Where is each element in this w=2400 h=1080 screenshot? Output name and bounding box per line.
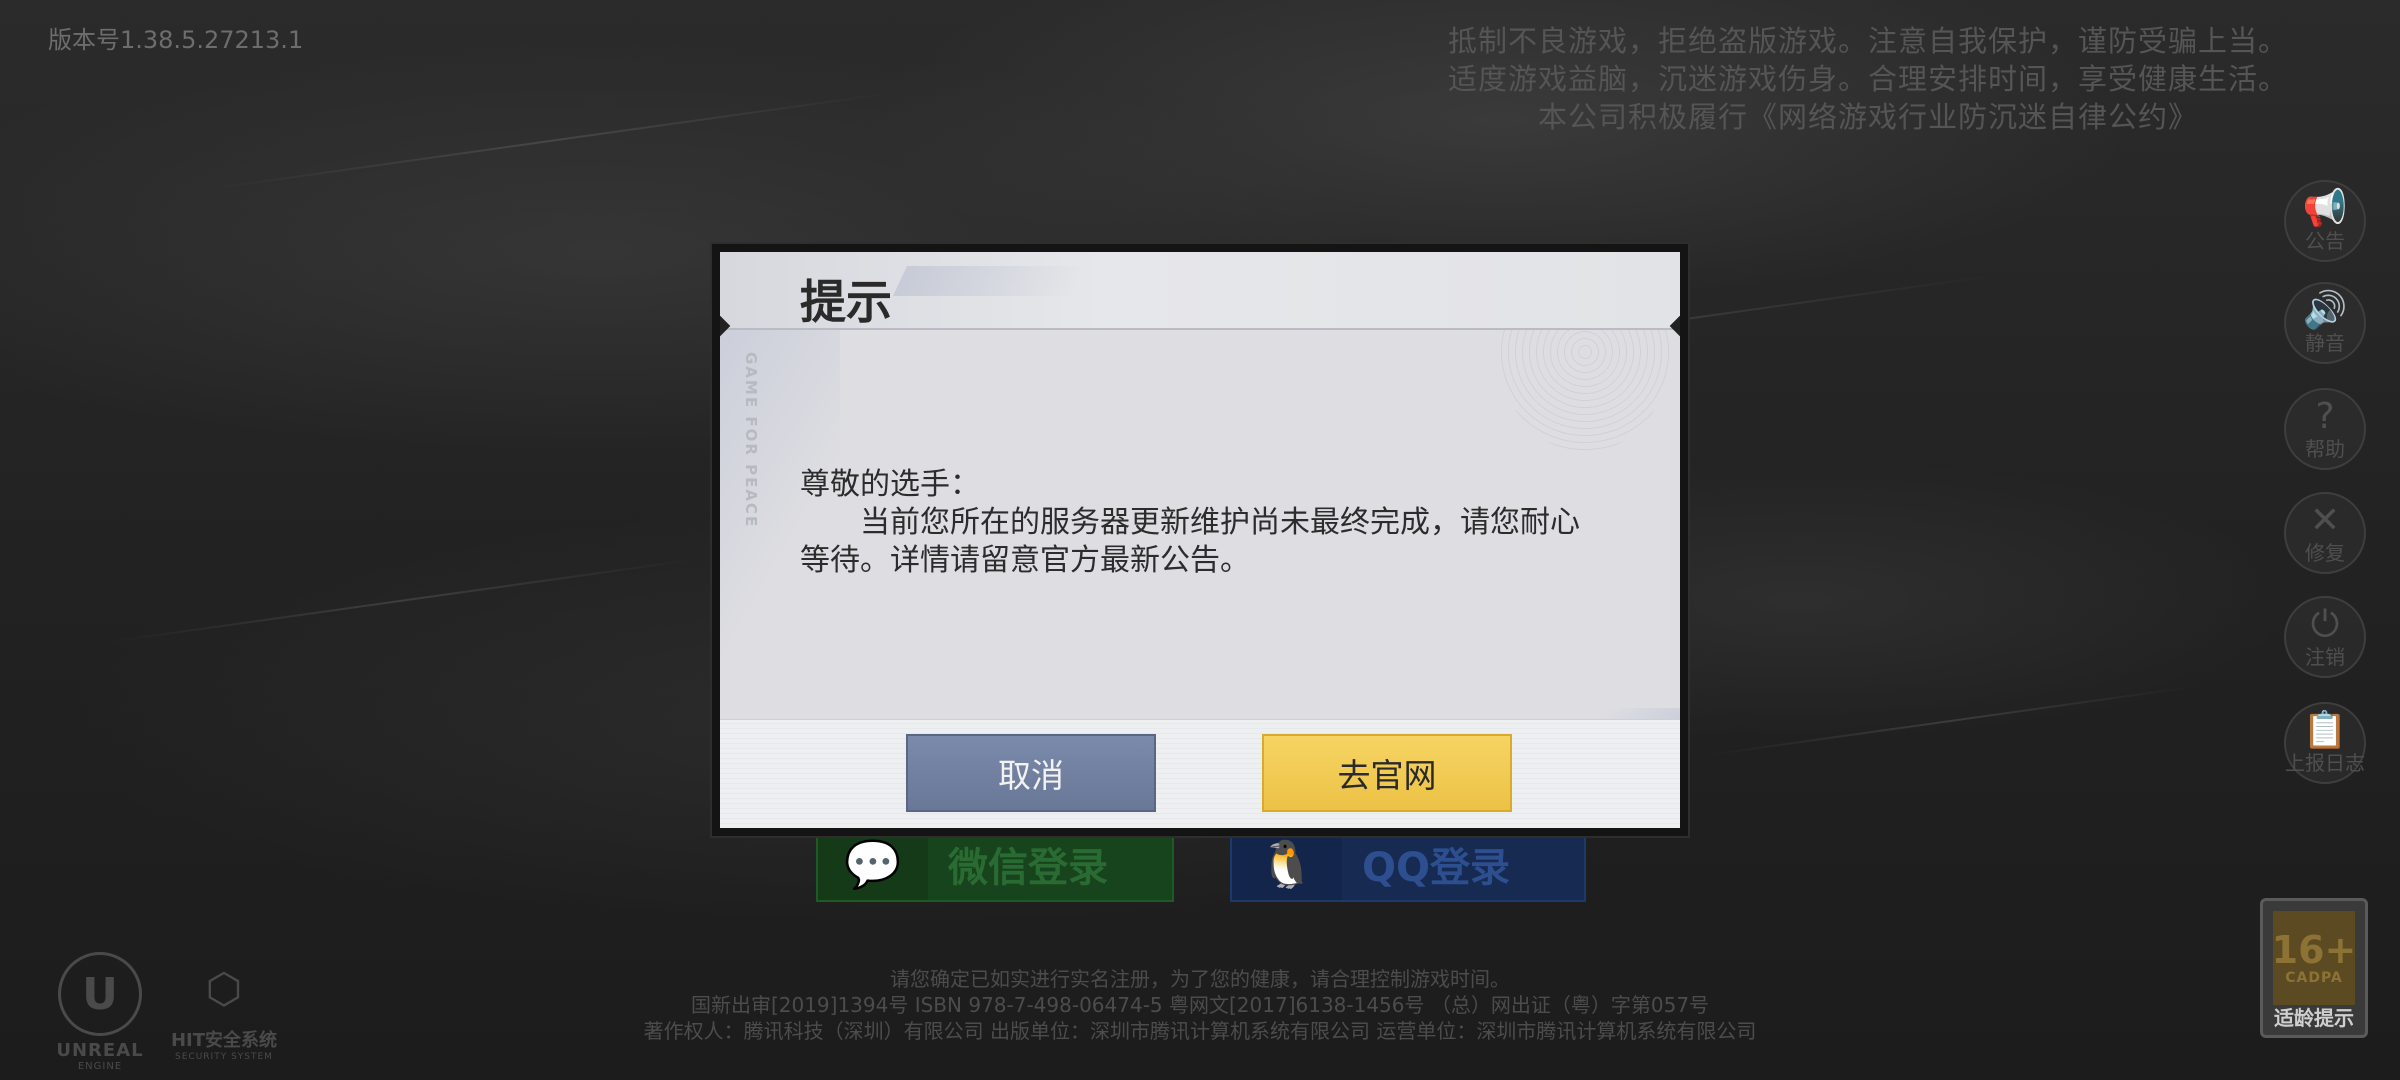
hit-security-logo: ⬡ HIT安全系统 SECURITY SYSTEM [168,950,280,1063]
upload-log-label: 上报日志 [2285,751,2365,775]
wechat-login-label: 微信登录 [948,845,1108,891]
repair-button[interactable]: ✕ 修复 [2284,492,2366,574]
game-for-peace-text: GAME FOR PEACE [742,352,760,529]
qq-login-label: QQ登录 [1362,845,1511,891]
age-rating-badge[interactable]: 16+ CADPA 适龄提示 [2260,898,2368,1038]
shield-icon: ⬡ [205,963,243,1013]
mute-button[interactable]: 🔊 静音 [2284,282,2366,364]
legal-line: 著作权人：腾讯科技（深圳）有限公司 出版单位：深圳市腾讯计算机系统有限公司 运营… [643,1019,1757,1043]
dialog-panel: 提示 GAME FOR PEACE 尊敬的选手： 当前您所在的服务器更新维护尚未… [720,252,1680,828]
background-streak [102,558,698,644]
help-button[interactable]: ? 帮助 [2284,388,2366,470]
unreal-engine-logo: U UNREAL ENGINE [50,952,150,1072]
header-decoration [893,266,1087,296]
wrench-icon: ✕ [2309,500,2341,541]
notice-dialog: 提示 GAME FOR PEACE 尊敬的选手： 当前您所在的服务器更新维护尚未… [710,242,1690,838]
age-rating-label: 适龄提示 [2274,1006,2354,1030]
clipboard-upload-icon: 📋 [2302,710,2348,751]
background-streak [203,91,897,191]
unreal-logo-subtext: ENGINE [77,1061,123,1072]
legal-line: 国新出审[2019]1394号 ISBN 978-7-498-06474-5 粤… [690,993,1710,1017]
anti-addiction-notice: 抵制不良游戏，拒绝盗版游戏。注意自我保护，谨防受骗上当。 适度游戏益脑，沉迷游戏… [1368,22,2368,136]
unreal-u-icon: U [58,952,142,1036]
qq-penguin-icon: 🐧 [1232,828,1342,900]
speaker-icon: 🔊 [2302,290,2348,331]
legal-info: 请您确定已如实进行实名注册，为了您的健康，请合理控制游戏时间。 国新出审[201… [0,966,2400,1044]
dialog-header: 提示 [720,252,1680,330]
official-website-button[interactable]: 去官网 [1262,734,1512,812]
cancel-button[interactable]: 取消 [906,734,1156,812]
announcement-label: 公告 [2305,229,2345,253]
dialog-footer: 取消 去官网 [720,719,1680,828]
upload-log-button[interactable]: 📋 上报日志 [2284,702,2366,784]
dialog-title: 提示 [800,275,892,329]
version-label: 版本号1.38.5.27213.1 [48,26,304,54]
logout-label: 注销 [2305,645,2345,669]
age-rating-org: CADPA [2285,970,2343,986]
help-label: 帮助 [2305,437,2345,461]
background-streak [1702,685,2198,757]
wechat-icon: 💬 [818,828,928,900]
dialog-message: 尊敬的选手： 当前您所在的服务器更新维护尚未最终完成，请您耐心等待。详情请留意官… [800,466,1600,580]
notice-line: 抵制不良游戏，拒绝盗版游戏。注意自我保护，谨防受骗上当。 [1447,24,2288,58]
dialog-greeting: 尊敬的选手： [800,467,980,502]
age-rating-box: 16+ CADPA [2271,911,2357,1005]
logout-button[interactable]: ⏻ 注销 [2284,596,2366,678]
unreal-logo-text: UNREAL [56,1040,144,1061]
hit-logo-text: HIT安全系统 [170,1030,278,1051]
hit-logo-subtext: SECURITY SYSTEM [175,1052,273,1062]
megaphone-icon: 📢 [2302,188,2348,229]
age-rating-number: 16+ [2271,928,2357,972]
mute-label: 静音 [2305,331,2345,355]
repair-label: 修复 [2305,541,2345,565]
legal-line: 请您确定已如实进行实名注册，为了您的健康，请合理控制游戏时间。 [890,967,1510,991]
notice-line: 本公司积极履行《网络游戏行业防沉迷自律公约》 [1537,100,2198,134]
announcement-button[interactable]: 📢 公告 [2284,180,2366,262]
power-icon: ⏻ [2310,604,2340,645]
notice-line: 适度游戏益脑，沉迷游戏伤身。合理安排时间，享受健康生活。 [1447,62,2288,96]
dialog-body: 当前您所在的服务器更新维护尚未最终完成，请您耐心等待。详情请留意官方最新公告。 [800,505,1580,578]
question-icon: ? [2315,396,2335,437]
